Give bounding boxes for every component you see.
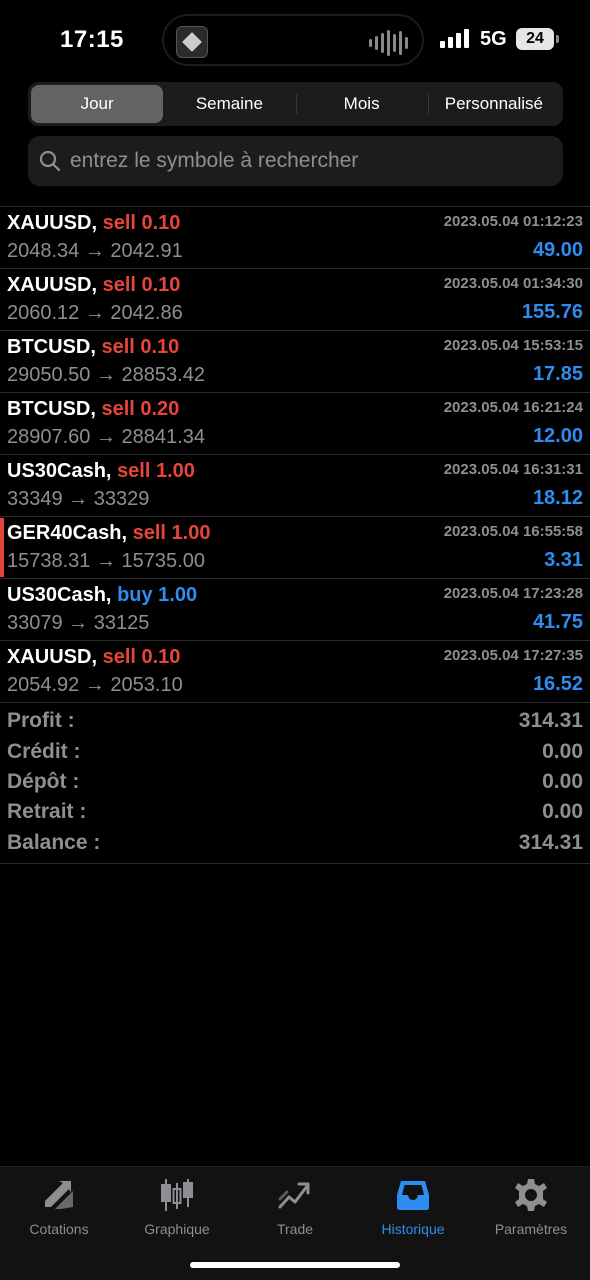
summary-label: Profit : — [7, 709, 75, 733]
trade-date: 2023.05.04 15:53:15 — [443, 337, 583, 354]
summary-value: 0.00 — [542, 800, 583, 824]
trend-chart-icon — [278, 1182, 310, 1209]
trade-date: 2023.05.04 16:31:31 — [443, 461, 583, 478]
trade-row[interactable]: XAUUSD, sell 0.10 2023.05.04 01:34:30 20… — [0, 269, 590, 331]
summary-value: 0.00 — [542, 769, 583, 793]
summary-credit-row: Crédit : 0.00 — [7, 736, 583, 766]
gear-icon — [515, 1179, 547, 1211]
dynamic-island[interactable] — [162, 14, 424, 66]
trade-prices: 15738.31 → 15735.00 — [7, 550, 205, 572]
tab-label: Trade — [276, 1221, 314, 1237]
cellular-signal-icon — [440, 28, 469, 48]
tab-semaine[interactable]: Semaine — [163, 85, 295, 123]
tab-personnalise[interactable]: Personnalisé — [427, 85, 560, 123]
trade-profit: 12.00 — [532, 425, 583, 447]
trade-profit: 18.12 — [532, 487, 583, 509]
summary-label: Balance : — [7, 830, 101, 854]
trade-symbol: GER40Cash, — [7, 522, 128, 544]
tab-parametres[interactable]: Paramètres — [472, 1167, 590, 1280]
trade-side: sell 0.10 — [102, 646, 181, 668]
trade-date: 2023.05.04 16:55:58 — [443, 523, 583, 540]
tab-label: Graphique — [144, 1221, 210, 1237]
tab-label: Cotations — [29, 1221, 89, 1237]
summary-label: Crédit : — [7, 739, 81, 763]
now-playing-artwork-icon — [176, 26, 208, 58]
arrows-exchange-icon — [45, 1181, 73, 1209]
tab-jour[interactable]: Jour — [31, 85, 164, 123]
summary-value: 0.00 — [542, 739, 583, 763]
summary-label: Retrait : — [7, 800, 87, 824]
search-icon — [39, 150, 61, 172]
search-input[interactable] — [70, 149, 540, 173]
status-bar: 17:15 5G 24 — [0, 0, 590, 80]
trade-side: sell 0.10 — [101, 336, 180, 358]
trade-side: sell 1.00 — [132, 522, 211, 544]
candlestick-chart-icon — [161, 1179, 193, 1211]
trade-row[interactable]: XAUUSD, sell 0.10 2023.05.04 17:27:35 20… — [0, 641, 590, 703]
trade-date: 2023.05.04 17:23:28 — [443, 585, 583, 602]
tab-label: Paramètres — [494, 1221, 568, 1237]
summary-profit-row: Profit : 314.31 — [7, 706, 583, 736]
trade-side: sell 0.20 — [101, 398, 180, 420]
summary-label: Dépôt : — [7, 769, 80, 793]
trade-prices: 2054.92 → 2053.10 — [7, 674, 183, 696]
trade-date: 2023.05.04 01:34:30 — [443, 275, 583, 292]
tab-mois[interactable]: Mois — [295, 85, 428, 123]
trade-profit: 16.52 — [532, 673, 583, 695]
status-time: 17:15 — [60, 26, 124, 53]
trade-prices: 33079 → 33125 — [7, 612, 150, 634]
trade-row[interactable]: US30Cash, sell 1.00 2023.05.04 16:31:31 … — [0, 455, 590, 517]
trade-profit: 49.00 — [532, 239, 583, 261]
trade-symbol: XAUUSD, — [7, 274, 98, 296]
account-summary: Profit : 314.31 Crédit : 0.00 Dépôt : 0.… — [0, 706, 590, 864]
trade-side: buy 1.00 — [117, 584, 198, 606]
trade-profit: 41.75 — [532, 611, 583, 633]
trade-symbol: US30Cash, — [7, 584, 112, 606]
trade-prices: 28907.60 → 28841.34 — [7, 426, 205, 448]
trade-profit: 155.76 — [521, 301, 583, 323]
summary-value: 314.31 — [518, 709, 583, 733]
trade-profit: 3.31 — [544, 549, 583, 571]
inbox-tray-icon — [397, 1181, 429, 1210]
summary-value: 314.31 — [518, 830, 583, 854]
tab-cotations[interactable]: Cotations — [0, 1167, 118, 1280]
trade-history-list: XAUUSD, sell 0.10 2023.05.04 01:12:23 20… — [0, 206, 590, 703]
trade-symbol: US30Cash, — [7, 460, 112, 482]
audio-waveform-icon — [369, 30, 408, 56]
trade-prices: 2048.34 → 2042.91 — [7, 240, 183, 262]
trade-side: sell 1.00 — [117, 460, 195, 482]
trade-symbol: XAUUSD, — [7, 212, 98, 234]
trade-symbol: BTCUSD, — [7, 336, 96, 358]
trade-row[interactable]: BTCUSD, sell 0.10 2023.05.04 15:53:15 29… — [0, 331, 590, 393]
trade-prices: 33349 → 33329 — [7, 488, 150, 510]
trade-date: 2023.05.04 17:27:35 — [443, 647, 583, 664]
summary-withdrawal-row: Retrait : 0.00 — [7, 797, 583, 827]
trade-prices: 2060.12 → 2042.86 — [7, 302, 183, 324]
trade-profit: 17.85 — [532, 363, 583, 385]
trade-symbol: BTCUSD, — [7, 398, 96, 420]
trade-date: 2023.05.04 16:21:24 — [443, 399, 583, 416]
home-indicator[interactable] — [190, 1262, 400, 1268]
tab-label: Historique — [381, 1221, 445, 1237]
trade-symbol: XAUUSD, — [7, 646, 98, 668]
trade-side: sell 0.10 — [102, 274, 181, 296]
trade-date: 2023.05.04 01:12:23 — [443, 213, 583, 230]
trade-row[interactable]: XAUUSD, sell 0.10 2023.05.04 01:12:23 20… — [0, 207, 590, 269]
trade-row[interactable]: BTCUSD, sell 0.20 2023.05.04 16:21:24 28… — [0, 393, 590, 455]
period-segmented-control: Jour Semaine Mois Personnalisé — [28, 82, 563, 126]
trade-row[interactable]: US30Cash, buy 1.00 2023.05.04 17:23:28 3… — [0, 579, 590, 641]
trade-row-selected[interactable]: GER40Cash, sell 1.00 2023.05.04 16:55:58… — [0, 517, 590, 579]
trade-prices: 29050.50 → 28853.42 — [7, 364, 205, 386]
network-type: 5G — [480, 28, 507, 50]
search-bar[interactable] — [28, 136, 563, 186]
summary-deposit-row: Dépôt : 0.00 — [7, 767, 583, 797]
battery-icon: 24 — [516, 28, 559, 50]
trade-side: sell 0.10 — [102, 212, 181, 234]
summary-balance-row: Balance : 314.31 — [7, 828, 583, 858]
